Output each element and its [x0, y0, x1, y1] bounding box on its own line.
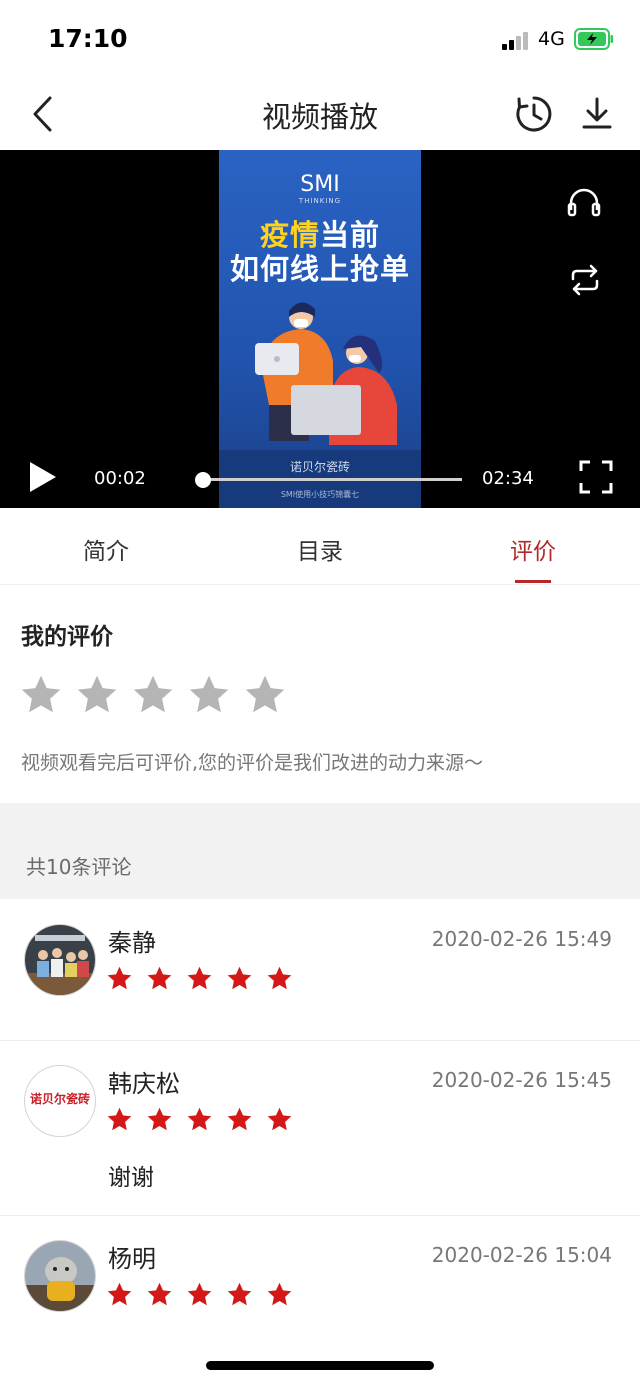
status-time: 17:10 — [48, 24, 128, 53]
star-icon — [147, 966, 172, 990]
comment-rating — [106, 965, 306, 995]
comment-rating — [106, 1106, 306, 1136]
comment-item: 杨明 2020-02-26 15:04 — [0, 1215, 640, 1355]
rating-star-icon[interactable] — [75, 673, 119, 715]
rating-star-icon[interactable] — [131, 673, 175, 715]
star-icon — [227, 1282, 252, 1306]
tab-reviews[interactable]: 评价 — [473, 532, 593, 566]
star-icon — [107, 966, 132, 990]
network-label: 4G — [538, 28, 565, 50]
comment-author: 杨明 — [108, 1245, 156, 1273]
review-hint: 视频观看完后可评价,您的评价是我们改进的动力来源～ — [21, 752, 484, 774]
fullscreen-icon[interactable] — [579, 460, 613, 494]
star-icon — [187, 1107, 212, 1131]
star-icon — [227, 966, 252, 990]
star-icon — [267, 1282, 292, 1306]
comment-item: 秦静 2020-02-26 15:49 — [0, 899, 640, 1041]
star-icon — [187, 1282, 212, 1306]
total-time: 02:34 — [482, 468, 534, 489]
star-icon — [267, 966, 292, 990]
nav-bar: 视频播放 — [0, 78, 640, 150]
download-icon — [582, 97, 612, 129]
comment-count: 共10条评论 — [26, 855, 132, 879]
headphones-icon[interactable] — [566, 186, 602, 218]
active-tab-indicator — [515, 580, 551, 583]
home-indicator — [206, 1361, 434, 1370]
signal-icon — [502, 30, 532, 50]
tab-intro[interactable]: 简介 — [46, 532, 166, 566]
star-icon — [187, 966, 212, 990]
my-review-title: 我的评价 — [21, 624, 113, 650]
status-bar: 17:10 4G — [0, 0, 640, 78]
avatar — [24, 1240, 96, 1312]
star-icon — [107, 1107, 132, 1131]
video-poster: SMI THINKING 疫情当前 如何线上抢单 诺贝尔瓷砖 SMI使用小技巧锦… — [219, 150, 421, 508]
clock-icon — [516, 96, 552, 132]
comment-author: 秦静 — [108, 929, 156, 957]
comment-time: 2020-02-26 15:04 — [431, 1243, 612, 1267]
loop-icon[interactable] — [568, 264, 602, 296]
poster-headline-line2: 如何线上抢单 — [229, 252, 410, 286]
poster-brand: SMI THINKING — [298, 172, 342, 205]
star-icon — [267, 1107, 292, 1131]
video-player[interactable]: SMI THINKING 疫情当前 如何线上抢单 诺贝尔瓷砖 SMI使用小技巧锦… — [0, 150, 640, 508]
comment-author: 韩庆松 — [108, 1070, 180, 1098]
comment-time: 2020-02-26 15:45 — [431, 1068, 612, 1092]
comment-rating — [106, 1281, 306, 1311]
star-icon — [147, 1107, 172, 1131]
tab-bar: 简介 目录 评价 — [0, 508, 640, 585]
star-icon — [227, 1107, 252, 1131]
comment-text: 谢谢 — [108, 1165, 154, 1191]
current-time: 00:02 — [94, 468, 146, 489]
star-icon — [147, 1282, 172, 1306]
my-review-section: 我的评价 视频观看完后可评价,您的评价是我们改进的动力来源～ — [0, 585, 640, 803]
battery-icon — [574, 28, 613, 50]
comment-item: 诺贝尔瓷砖 韩庆松 2020-02-26 15:45 谢谢 — [0, 1040, 640, 1216]
history-button[interactable] — [512, 92, 556, 136]
comment-time: 2020-02-26 15:49 — [431, 927, 612, 951]
avatar: 诺贝尔瓷砖 — [24, 1065, 96, 1137]
rating-star-icon[interactable] — [19, 673, 63, 715]
tab-catalog[interactable]: 目录 — [260, 532, 380, 566]
rating-input[interactable] — [19, 673, 299, 719]
rating-star-icon[interactable] — [243, 673, 287, 715]
progress-bar[interactable] — [200, 478, 462, 481]
avatar — [24, 924, 96, 996]
rating-star-icon[interactable] — [187, 673, 231, 715]
poster-illustration — [255, 302, 397, 445]
comments-header: 共10条评论 — [0, 803, 640, 899]
download-button[interactable] — [575, 92, 619, 136]
play-button[interactable] — [28, 460, 58, 494]
progress-handle[interactable] — [195, 472, 212, 488]
star-icon — [107, 1282, 132, 1306]
